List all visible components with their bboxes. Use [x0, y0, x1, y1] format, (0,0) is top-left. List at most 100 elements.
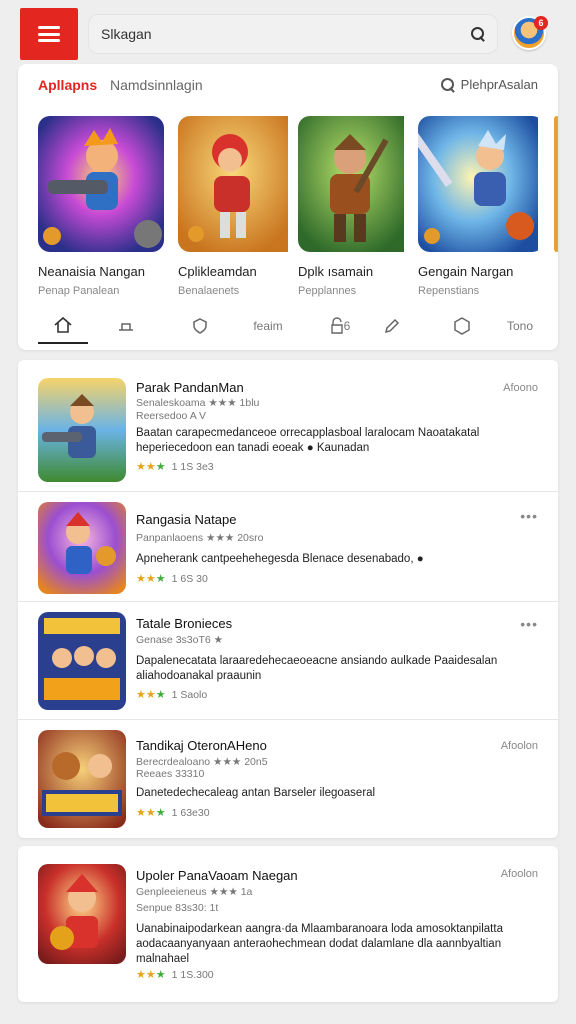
lock-icon: [330, 317, 343, 334]
app-description: Baatan carapecmedanceoe orrecapplasboal …: [136, 427, 480, 454]
app-description: Uanabinaipodarkean aangra·da Mlaambarano…: [136, 923, 503, 965]
search-input[interactable]: Slkagan: [101, 26, 471, 42]
app-meta: Genpleeieneus ★★★ 1a: [136, 886, 253, 898]
app-rating-count: 1 63e30: [171, 806, 210, 819]
featured-app-card-partial[interactable]: [554, 116, 558, 252]
featured-app-subtitle: Benalaenets: [178, 285, 240, 297]
more-options-button[interactable]: •••: [520, 508, 538, 524]
app-title: Tandikaj OteronAHeno: [136, 738, 267, 753]
featured-app-title: Gengain Nargan: [418, 264, 514, 279]
shield-icon: [193, 318, 207, 334]
list-item[interactable]: Rangasia Natape Panpanlaoens ★★★ 20sro A…: [18, 492, 558, 602]
app-title: Parak PandanMan: [136, 380, 244, 395]
app-icon: [38, 378, 126, 482]
app-meta: Genase 3s3oT6 ★: [136, 634, 224, 646]
app-description: Dapalenecatata laraaredehecaeoeacne ansi…: [136, 655, 498, 682]
star-rating-icon: ★★★: [136, 573, 166, 585]
featured-grid: Neanaisia Nangan Penap Panalean Cpliklea…: [38, 116, 558, 297]
nav-label: Tono: [506, 319, 534, 333]
nav-label: feaim: [253, 319, 283, 333]
app-action[interactable]: Afoolon: [501, 740, 538, 752]
app-description: Danetedechecaleag antan Barseler ilegoas…: [136, 787, 376, 799]
nav-count: 6: [343, 319, 351, 333]
featured-section: Apllapns Namdsinnlagin PlehprAsalan Nean…: [18, 64, 558, 350]
app-list: Parak PandanMan Senaleskoama ★★★ 1blu Re…: [18, 360, 558, 838]
search-icon: [440, 77, 455, 92]
app-meta: Panpanlaoens ★★★ 20sro: [136, 532, 264, 544]
list-item[interactable]: Parak PandanMan Senaleskoama ★★★ 1blu Re…: [18, 360, 558, 492]
nav-label-item[interactable]: Tono: [498, 308, 542, 344]
featured-app-card[interactable]: Cplikleamdan Benalaenets: [178, 116, 304, 297]
app-rating: ★★★ 1 63e30: [136, 806, 210, 820]
list-item[interactable]: Tandikaj OteronAHeno Berecrdealoano ★★★ …: [18, 720, 558, 838]
nav-hexagon[interactable]: [450, 308, 474, 344]
star-rating-icon: ★★★: [136, 807, 166, 819]
search-icon[interactable]: [471, 27, 485, 41]
tab-secondary[interactable]: Namdsinnlagin: [110, 77, 203, 93]
app-icon: [298, 116, 424, 252]
app-icon: [554, 116, 558, 252]
app-icon: [38, 116, 164, 252]
app-icon: [38, 612, 126, 710]
featured-app-subtitle: Repenstians: [418, 285, 480, 297]
menu-button[interactable]: [20, 8, 78, 60]
app-meta-secondary: Reeaes 33310: [136, 768, 205, 780]
hamburger-icon: [38, 26, 60, 42]
app-meta-secondary: Reersedoo A V: [136, 410, 207, 422]
tray-icon: [119, 323, 133, 331]
notification-badge: 6: [534, 16, 548, 30]
app-icon: [418, 116, 544, 252]
app-icon: [178, 116, 304, 252]
featured-app-title: Cplikleamdan: [178, 264, 257, 279]
star-rating-icon: ★★★: [136, 689, 166, 701]
app-title: Rangasia Natape: [136, 512, 237, 527]
featured-search[interactable]: PlehprAsalan: [440, 77, 538, 92]
featured-app-title: Dplk ısamain: [298, 264, 374, 279]
app-icon: [38, 730, 126, 828]
app-rating-count: 1 1S.300: [171, 968, 214, 981]
list-item[interactable]: Tatale Bronieces Genase 3s3oT6 ★ Dapalen…: [18, 602, 558, 720]
star-rating-icon: ★★★: [136, 969, 166, 981]
category-nav: feaim 6 Tono: [38, 308, 558, 348]
app-icon: [38, 502, 126, 594]
nav-label-item[interactable]: feaim: [248, 308, 288, 344]
app-action[interactable]: Afoono: [503, 382, 538, 394]
star-rating-icon: ★★★: [136, 461, 166, 473]
app-rating-count: 1 6S 30: [171, 572, 208, 585]
app-title: Tatale Bronieces: [136, 616, 233, 631]
tab-apps[interactable]: Apllapns: [38, 77, 97, 93]
nav-home[interactable]: [38, 308, 88, 344]
app-rating-count: 1 Saolo: [171, 688, 208, 701]
app-action[interactable]: Afoolon: [501, 868, 538, 880]
featured-app-card[interactable]: Neanaisia Nangan Penap Panalean: [38, 116, 164, 297]
app-meta-secondary: Senpue 83s30: 1t: [136, 902, 219, 914]
app-meta: Senaleskoama ★★★ 1blu: [136, 397, 260, 409]
app-icon: [38, 864, 126, 964]
app-rating: ★★★ 1 Saolo: [136, 688, 208, 702]
featured-app-detail[interactable]: Upoler PanaVaoam Naegan Genpleeieneus ★★…: [18, 846, 558, 1002]
nav-lock[interactable]: 6: [324, 308, 356, 344]
top-bar: Slkagan 6: [18, 8, 558, 62]
nav-shield[interactable]: [188, 308, 212, 344]
home-icon: [54, 316, 72, 333]
featured-app-subtitle: Penap Panalean: [38, 285, 120, 297]
app-description: Apneherank cantpeehehegesda Blenace dese…: [136, 553, 424, 565]
app-rating-count: 1 1S 3e3: [171, 460, 214, 473]
hexagon-icon: [454, 317, 470, 335]
featured-app-card[interactable]: Gengain Nargan Repenstians: [418, 116, 544, 297]
app-rating: ★★★ 1 6S 30: [136, 572, 208, 586]
nav-tray[interactable]: [114, 308, 138, 344]
app-rating: ★★★ 1 1S 3e3: [136, 460, 214, 474]
nav-edit[interactable]: [380, 308, 404, 344]
featured-header: Apllapns Namdsinnlagin PlehprAsalan: [18, 64, 558, 104]
app-meta: Berecrdealoano ★★★ 20n5: [136, 756, 268, 768]
search-bar[interactable]: Slkagan: [88, 14, 498, 54]
featured-app-card[interactable]: Dplk ısamain Pepplannes: [298, 116, 424, 297]
featured-app-subtitle: Pepplannes: [298, 285, 357, 297]
more-options-button[interactable]: •••: [520, 616, 538, 632]
app-title: Upoler PanaVaoam Naegan: [136, 868, 298, 883]
featured-app-title: Neanaisia Nangan: [38, 264, 145, 279]
app-rating: ★★★ 1 1S.300: [136, 968, 214, 982]
pencil-icon: [384, 318, 400, 334]
featured-search-label: PlehprAsalan: [460, 77, 538, 92]
